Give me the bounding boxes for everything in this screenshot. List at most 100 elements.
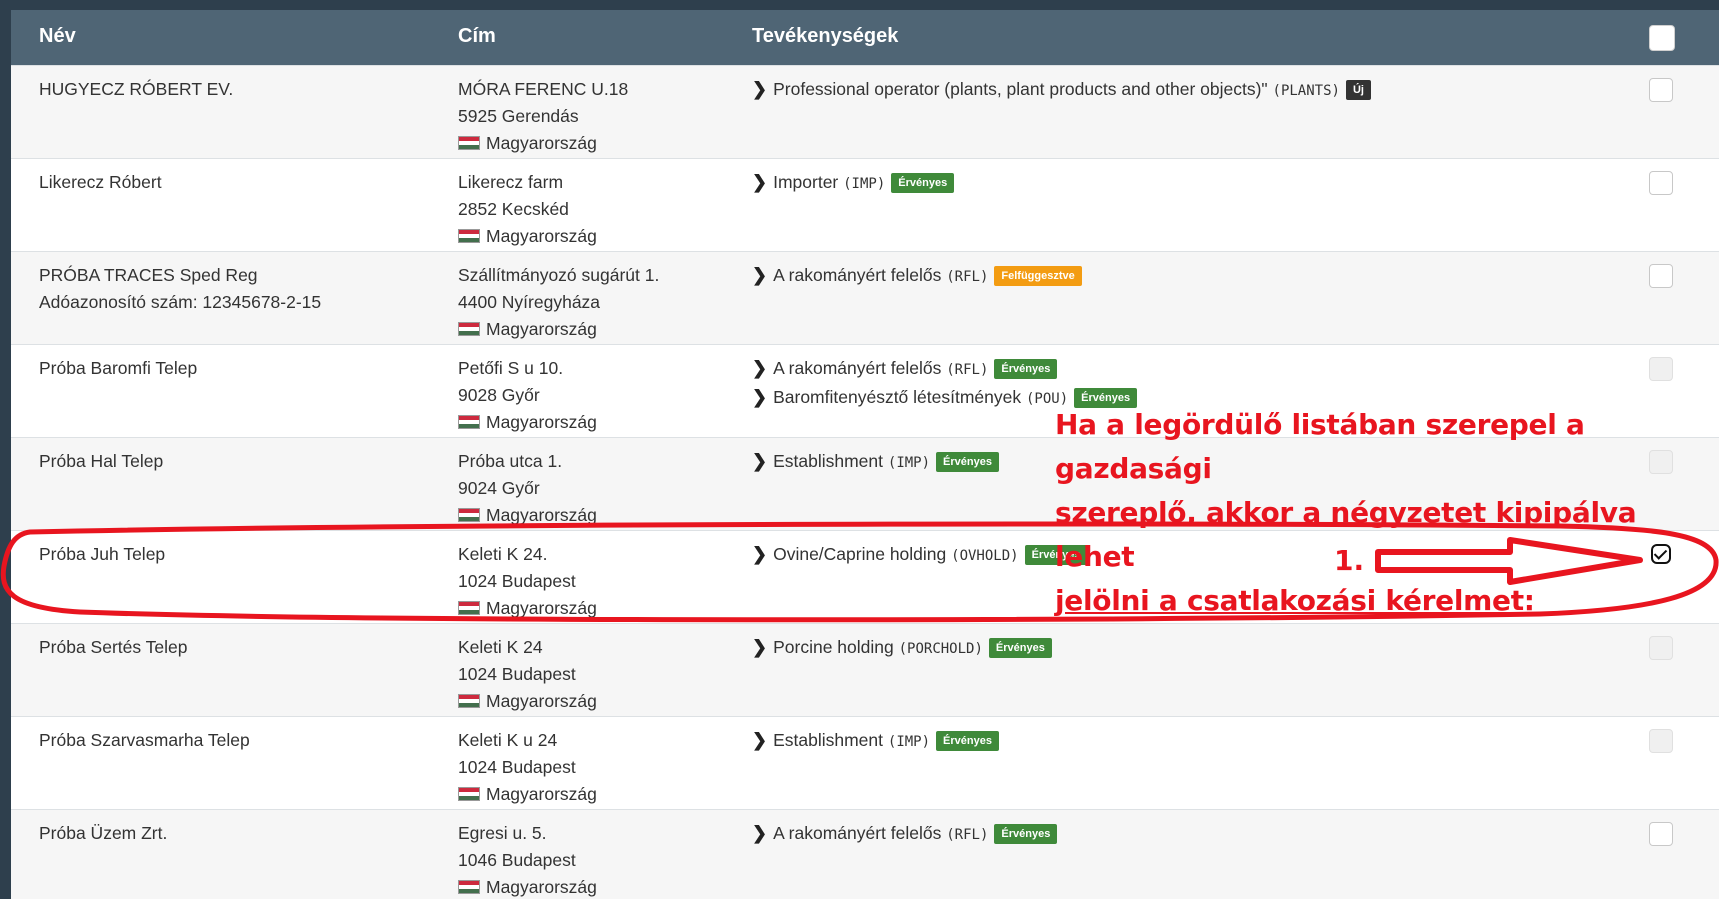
country: Magyarország xyxy=(458,874,748,899)
status-badge: Érvényes xyxy=(891,173,955,193)
annotation-line: jelölni a csatlakozási kérelmet: xyxy=(1055,584,1535,617)
row-select-checkbox[interactable] xyxy=(1649,822,1673,846)
header-address[interactable]: Cím xyxy=(458,25,496,48)
table-row[interactable]: Próba Üzem Zrt. Egresi u. 5. 1046 Budapest… xyxy=(11,809,1719,899)
chevron-right-icon[interactable]: ❯ xyxy=(752,634,767,661)
header-name[interactable]: Név xyxy=(39,25,76,48)
cell-activities: ❯ Importer (IMP) Érvényes xyxy=(752,169,1652,198)
chevron-right-icon[interactable]: ❯ xyxy=(752,384,767,411)
cell-address: Keleti K 24. 1024 Budapest Magyarország xyxy=(458,541,748,622)
cell-activities: ❯ Porcine holding (PORCHOLD) Érvényes xyxy=(752,634,1652,663)
activity-code: (IMP) xyxy=(887,734,931,750)
country: Magyarország xyxy=(458,502,748,529)
activity-code: (OVHOLD) xyxy=(951,548,1019,564)
activity-item[interactable]: ❯ Porcine holding (PORCHOLD) Érvényes xyxy=(752,634,1652,663)
select-all-checkbox[interactable] xyxy=(1649,25,1675,51)
status-badge: Felfüggesztve xyxy=(994,266,1082,286)
cell-activities: ❯ Establishment (IMP) Érvényes xyxy=(752,727,1652,756)
cell-name: Próba Hal Telep xyxy=(39,448,459,475)
country-label: Magyarország xyxy=(486,412,597,432)
city: 4400 Nyíregyháza xyxy=(458,292,601,312)
annotation-instruction: Ha a legördülő listában szerepel a gazda… xyxy=(1055,403,1715,623)
country-label: Magyarország xyxy=(486,133,597,153)
street: Keleti K 24. xyxy=(458,544,548,564)
activity-item[interactable]: ❯ A rakományért felelős (RFL) Felfüggesztv… xyxy=(752,262,1652,291)
activity-code: (IMP) xyxy=(843,176,886,192)
city: 2852 Kecskéd xyxy=(458,199,569,219)
company-name: Próba Baromfi Telep xyxy=(39,358,198,378)
activity-code: (IMP) xyxy=(887,455,931,471)
status-badge: Érvényes xyxy=(994,359,1058,379)
activity-item[interactable]: ❯ A rakományért felelős (RFL) Érvényes xyxy=(752,820,1652,849)
company-name: Próba Hal Telep xyxy=(39,451,164,471)
street: Keleti K u 24 xyxy=(458,730,558,750)
row-select-checkbox xyxy=(1649,357,1673,381)
country: Magyarország xyxy=(458,409,748,436)
company-name: Próba Sertés Telep xyxy=(39,637,188,657)
hungary-flag-icon xyxy=(458,787,480,801)
row-select-checkbox[interactable] xyxy=(1649,171,1673,195)
table-row[interactable]: HUGYECZ RÓBERT EV. MÓRA FERENC U.18 5925 G… xyxy=(11,65,1719,158)
chevron-right-icon[interactable]: ❯ xyxy=(752,541,767,568)
activity-item[interactable]: ❯ A rakományért felelős (RFL) Érvényes xyxy=(752,355,1652,384)
chevron-right-icon[interactable]: ❯ xyxy=(752,355,767,382)
street: Likerecz farm xyxy=(458,172,564,192)
table-row[interactable]: PRÓBA TRACES Sped Reg Adóazonosító szám: … xyxy=(11,251,1719,344)
activity-text: Baromfitenyésztő létesítmények xyxy=(773,387,1022,407)
country-label: Magyarország xyxy=(486,505,597,525)
chevron-right-icon[interactable]: ❯ xyxy=(752,820,767,847)
cell-name: Próba Sertés Telep xyxy=(39,634,459,661)
activity-code: (RFL) xyxy=(946,827,989,843)
cell-address: Keleti K 24 1024 Budapest Magyarország xyxy=(458,634,748,715)
hungary-flag-icon xyxy=(458,880,480,894)
activity-text: Professional operator (plants, plant pro… xyxy=(773,79,1268,99)
country-label: Magyarország xyxy=(486,598,597,618)
row-select-checkbox xyxy=(1649,636,1673,660)
country: Magyarország xyxy=(458,130,748,157)
city: 9028 Győr xyxy=(458,385,540,405)
cell-name: PRÓBA TRACES Sped Reg Adóazonosító szám: … xyxy=(39,262,459,316)
chevron-right-icon[interactable]: ❯ xyxy=(752,76,767,103)
activity-item[interactable]: ❯ Establishment (IMP) Érvényes xyxy=(752,727,1652,756)
chevron-right-icon[interactable]: ❯ xyxy=(752,169,767,196)
street: Keleti K 24 xyxy=(458,637,543,657)
table-row[interactable]: Próba Szarvasmarha Telep Keleti K u 24 102… xyxy=(11,716,1719,809)
cell-address: Keleti K u 24 1024 Budapest Magyarország xyxy=(458,727,748,808)
chevron-right-icon[interactable]: ❯ xyxy=(752,262,767,289)
activity-code: (PORCHOLD) xyxy=(898,641,983,657)
annotation-line: szereplő, akkor a négyzetet kipipálva le… xyxy=(1055,496,1637,573)
cell-activities: ❯ Professional operator (plants, plant pr… xyxy=(752,76,1652,105)
table-row[interactable]: Próba Sertés Telep Keleti K 24 1024 Budape… xyxy=(11,623,1719,716)
city: 1024 Budapest xyxy=(458,757,576,777)
street: Egresi u. 5. xyxy=(458,823,547,843)
hungary-flag-icon xyxy=(458,136,480,150)
activity-text: A rakományért felelős xyxy=(773,265,942,285)
cell-name: Próba Üzem Zrt. xyxy=(39,820,459,847)
street: Petőfi S u 10. xyxy=(458,358,564,378)
cell-address: Likerecz farm 2852 Kecskéd Magyarország xyxy=(458,169,748,250)
chevron-right-icon[interactable]: ❯ xyxy=(752,727,767,754)
cell-name: Próba Baromfi Telep xyxy=(39,355,459,382)
chevron-right-icon[interactable]: ❯ xyxy=(752,448,767,475)
activity-text: Importer xyxy=(773,172,839,192)
country: Magyarország xyxy=(458,316,748,343)
company-name: PRÓBA TRACES Sped Reg xyxy=(39,265,258,285)
country-label: Magyarország xyxy=(486,877,597,897)
country: Magyarország xyxy=(458,781,748,808)
row-select-checkbox[interactable] xyxy=(1649,78,1673,102)
activity-text: A rakományért felelős xyxy=(773,823,942,843)
activity-item[interactable]: ❯ Professional operator (plants, plant pr… xyxy=(752,76,1652,105)
city: 1024 Budapest xyxy=(458,664,576,684)
country-label: Magyarország xyxy=(486,784,597,804)
company-name: Próba Szarvasmarha Telep xyxy=(39,730,250,750)
row-select-checkbox[interactable] xyxy=(1649,264,1673,288)
activity-text: Establishment xyxy=(773,451,884,471)
cell-address: Szállítmányozó sugárút 1. 4400 Nyíregyház… xyxy=(458,262,748,343)
activity-item[interactable]: ❯ Importer (IMP) Érvényes xyxy=(752,169,1652,198)
cell-name: Próba Szarvasmarha Telep xyxy=(39,727,459,754)
row-select-checkbox xyxy=(1649,729,1673,753)
cell-name: Likerecz Róbert xyxy=(39,169,459,196)
header-activities[interactable]: Tevékenységek xyxy=(752,25,898,48)
table-row[interactable]: Likerecz Róbert Likerecz farm 2852 Kecskéd… xyxy=(11,158,1719,251)
cell-name: Próba Juh Telep xyxy=(39,541,459,568)
